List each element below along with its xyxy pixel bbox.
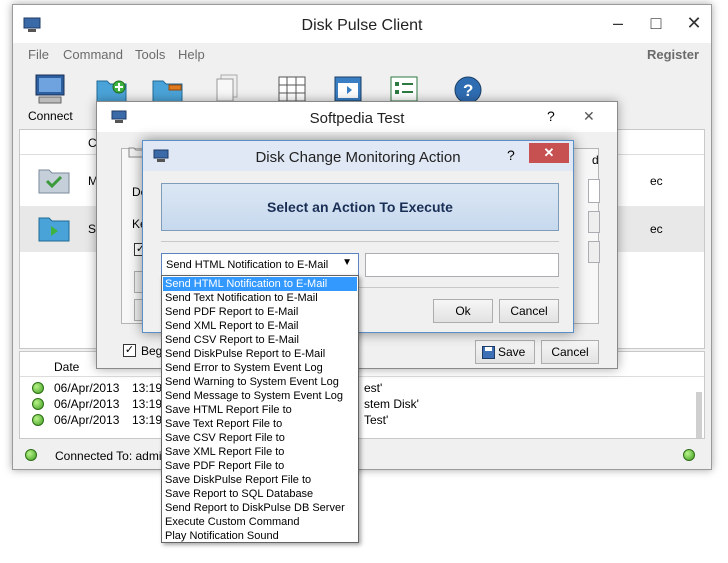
action-dropdown-list: Send HTML Notification to E-Mail Send Te… <box>161 275 359 543</box>
log-row[interactable]: 06/Apr/2013 13:19:0 Test' <box>20 412 704 428</box>
ok-button[interactable]: Ok <box>433 299 493 323</box>
softpedia-title: Softpedia Test <box>309 110 405 127</box>
dropdown-option[interactable]: Play Notification Sound <box>163 529 357 543</box>
dropdown-option[interactable]: Send HTML Notification to E-Mail <box>163 277 357 291</box>
dropdown-option[interactable]: Execute Custom Command <box>163 515 357 529</box>
log-date: 06/Apr/2013 <box>54 397 120 411</box>
folder-check-icon <box>38 169 70 194</box>
dropdown-option[interactable]: Send Text Notification to E-Mail <box>163 291 357 305</box>
log-message: est' <box>364 381 383 395</box>
connection-status-icon <box>25 449 37 461</box>
dropdown-option[interactable]: Send Warning to System Event Log <box>163 375 357 389</box>
menubar: File Command Tools Help Register <box>13 45 711 67</box>
menu-command[interactable]: Command <box>63 47 123 62</box>
dropdown-option[interactable]: Save Report to SQL Database <box>163 487 357 501</box>
status-ok-icon <box>32 398 44 410</box>
maximize-button[interactable]: □ <box>643 13 669 34</box>
action-select-value: Send HTML Notification to E-Mail <box>166 259 329 271</box>
dropdown-option[interactable]: Send PDF Report to E-Mail <box>163 305 357 319</box>
dialog-cancel-button[interactable]: Cancel <box>499 299 559 323</box>
main-titlebar: Disk Pulse Client – □ ✕ <box>13 5 711 43</box>
dropdown-option[interactable]: Save PDF Report File to <box>163 459 357 473</box>
dropdown-option[interactable]: Send Error to System Event Log <box>163 361 357 375</box>
dialog-help-button[interactable]: ? <box>507 147 515 163</box>
status-ok-icon <box>32 382 44 394</box>
dialog-banner: Select an Action To Execute <box>161 183 559 231</box>
save-label: Save <box>498 345 526 359</box>
dropdown-option[interactable]: Send Report to DiskPulse DB Server <box>163 501 357 515</box>
status-ok-icon <box>32 414 44 426</box>
action-select[interactable]: Send HTML Notification to E-Mail ▼ <box>161 253 359 277</box>
softpedia-cancel-button[interactable]: Cancel <box>541 340 599 364</box>
log-date-header: Date <box>54 360 80 374</box>
log-message: Test' <box>364 413 389 427</box>
dropdown-option[interactable]: Save CSV Report File to <box>163 431 357 445</box>
text-field[interactable] <box>588 179 600 203</box>
dropdown-option[interactable]: Send CSV Report to E-Mail <box>163 333 357 347</box>
tab-partial-label: d <box>592 153 599 167</box>
field-button[interactable] <box>588 241 600 263</box>
server-status-icon <box>683 449 695 461</box>
dropdown-option[interactable]: Send DiskPulse Report to E-Mail <box>163 347 357 361</box>
save-button[interactable]: Save <box>475 340 535 364</box>
close-button[interactable]: ✕ <box>681 13 707 34</box>
chevron-down-icon: ▼ <box>342 257 352 268</box>
menu-file[interactable]: File <box>28 47 49 62</box>
dropdown-option[interactable]: Save DiskPulse Report File to <box>163 473 357 487</box>
dropdown-option[interactable]: Save HTML Report File to <box>163 403 357 417</box>
computer-icon <box>35 74 65 104</box>
field-button[interactable] <box>588 211 600 233</box>
dropdown-option[interactable]: Send XML Report to E-Mail <box>163 319 357 333</box>
log-date: 06/Apr/2013 <box>54 381 120 395</box>
dialog-titlebar: Disk Change Monitoring Action ? ✕ <box>143 141 573 171</box>
menu-help[interactable]: Help <box>178 47 205 62</box>
begin-checkbox[interactable]: ✓ <box>123 344 136 357</box>
register-link[interactable]: Register <box>647 47 699 62</box>
separator <box>161 241 559 242</box>
menu-tools[interactable]: Tools <box>135 47 165 62</box>
connect-label: Connect <box>28 109 73 123</box>
action-argument-input[interactable] <box>365 253 559 277</box>
floppy-icon <box>482 346 495 359</box>
log-row[interactable]: 06/Apr/2013 13:19:0 est' <box>20 380 704 396</box>
list-row-trailing: ec <box>650 174 663 188</box>
log-message: stem Disk' <box>364 397 419 411</box>
connect-button[interactable]: Connect <box>27 69 77 123</box>
dropdown-option[interactable]: Save Text Report File to <box>163 417 357 431</box>
status-text: Connected To: admi <box>55 449 162 463</box>
log-date: 06/Apr/2013 <box>54 413 120 427</box>
log-row[interactable]: 06/Apr/2013 13:19:0 stem Disk' <box>20 396 704 412</box>
softpedia-titlebar: Softpedia Test ? ✕ <box>97 102 617 132</box>
list-row-trailing: ec <box>650 222 663 236</box>
status-bar: Connected To: admi <box>13 441 711 469</box>
svg-text:?: ? <box>463 81 473 100</box>
log-scrollbar[interactable] <box>696 392 702 438</box>
folder-play-icon <box>38 217 70 242</box>
dropdown-option[interactable]: Send Message to System Event Log <box>163 389 357 403</box>
softpedia-help-button[interactable]: ? <box>547 108 555 124</box>
dropdown-option[interactable]: Save XML Report File to <box>163 445 357 459</box>
softpedia-close-button[interactable]: ✕ <box>583 108 595 125</box>
dialog-close-button[interactable]: ✕ <box>529 143 569 163</box>
minimize-button[interactable]: – <box>605 13 631 34</box>
